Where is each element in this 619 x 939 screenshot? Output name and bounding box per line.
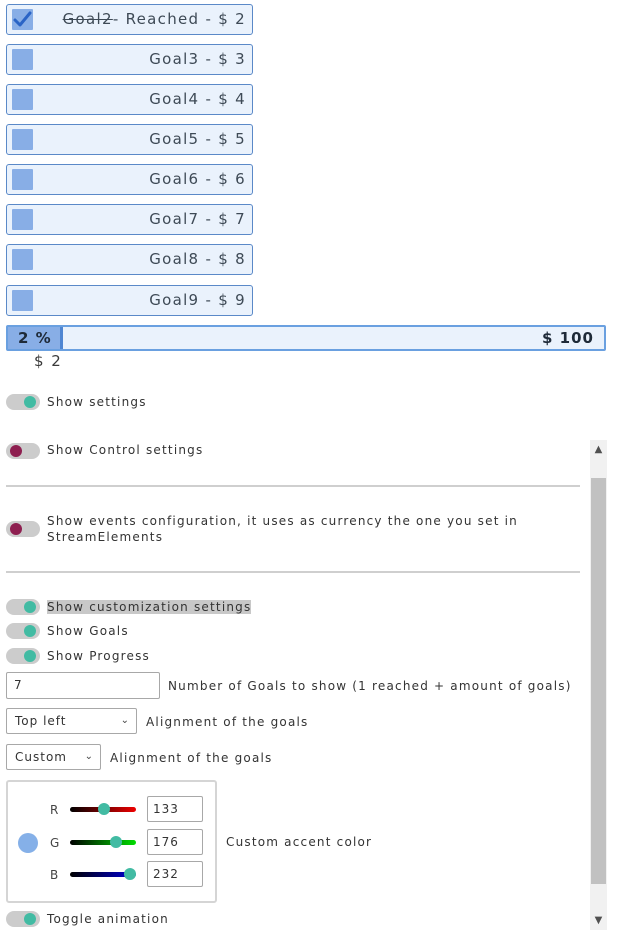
show-settings-label: Show settings	[47, 395, 147, 409]
toggle-knob	[24, 625, 36, 637]
goal-checkbox[interactable]	[12, 129, 33, 150]
goal-item-5[interactable]: Goal5 - $ 5	[6, 124, 253, 155]
goal-item-2[interactable]: Goal2- Reached - $ 2	[6, 4, 253, 35]
goal-label: Goal2- Reached - $ 2	[62, 10, 246, 28]
alignment-select[interactable]: Top left ⌄	[6, 708, 137, 734]
accent-mode-value: Custom	[15, 750, 67, 764]
checkmark-icon	[13, 11, 32, 27]
slider-thumb[interactable]	[109, 836, 122, 848]
toggle-knob	[24, 601, 36, 613]
goal-checkbox[interactable]	[12, 9, 33, 30]
slider-thumb[interactable]	[124, 868, 137, 880]
show-customization-toggle[interactable]	[6, 599, 40, 615]
toggle-knob	[10, 445, 22, 457]
goal-item-9[interactable]: Goal9 - $ 9	[6, 285, 253, 316]
goal-item-4[interactable]: Goal4 - $ 4	[6, 84, 253, 115]
alignment-label: Alignment of the goals	[146, 715, 309, 729]
divider	[6, 571, 580, 573]
goal-label: Goal7 - $ 7	[149, 210, 246, 228]
accent-mode-label: Alignment of the goals	[110, 751, 273, 765]
goal-checkbox[interactable]	[12, 49, 33, 70]
goal-item-3[interactable]: Goal3 - $ 3	[6, 44, 253, 75]
show-events-toggle[interactable]	[6, 521, 40, 537]
scroll-down-icon[interactable]: ▼	[590, 912, 607, 929]
show-events-label: Show events configuration, it uses as cu…	[47, 514, 518, 528]
goal-checkbox[interactable]	[12, 249, 33, 270]
goal-item-6[interactable]: Goal6 - $ 6	[6, 164, 253, 195]
green-slider[interactable]	[70, 836, 136, 848]
goal-label: Goal9 - $ 9	[149, 291, 246, 309]
green-channel-label: G	[50, 836, 60, 850]
scrollbar-thumb[interactable]	[591, 478, 606, 884]
divider	[6, 485, 580, 487]
show-settings-toggle[interactable]	[6, 394, 40, 410]
show-progress-label: Show Progress	[47, 649, 151, 663]
toggle-knob	[24, 650, 36, 662]
toggle-knob	[24, 913, 36, 925]
goal-label: Goal3 - $ 3	[149, 50, 246, 68]
goal-label: Goal5 - $ 5	[149, 130, 246, 148]
progress-current: $ 2	[34, 352, 63, 370]
blue-channel-label: B	[50, 868, 59, 882]
toggle-animation-label: Toggle animation	[47, 912, 169, 926]
show-events-label-line2: StreamElements	[47, 530, 164, 544]
settings-scrollbar[interactable]: ▲ ▼	[590, 440, 607, 930]
progress-bar: 2 % $ 100	[6, 325, 606, 351]
accent-color-label: Custom accent color	[226, 835, 373, 849]
goal-label: Goal6 - $ 6	[149, 170, 246, 188]
show-goals-label: Show Goals	[47, 624, 129, 638]
num-goals-input[interactable]: 7	[6, 672, 160, 699]
show-control-settings-label: Show Control settings	[47, 443, 204, 457]
goal-item-7[interactable]: Goal7 - $ 7	[6, 204, 253, 235]
toggle-knob	[24, 396, 36, 408]
red-slider[interactable]	[70, 803, 136, 815]
slider-thumb[interactable]	[98, 803, 111, 815]
red-value-input[interactable]: 133	[147, 796, 203, 822]
goal-item-8[interactable]: Goal8 - $ 8	[6, 244, 253, 275]
progress-target: $ 100	[542, 329, 594, 347]
green-value-input[interactable]: 176	[147, 829, 203, 855]
blue-value-input[interactable]: 232	[147, 861, 203, 887]
toggle-knob	[10, 523, 22, 535]
goal-checkbox[interactable]	[12, 169, 33, 190]
goal-checkbox[interactable]	[12, 89, 33, 110]
goal-checkbox[interactable]	[12, 290, 33, 311]
goal-checkbox[interactable]	[12, 209, 33, 230]
goal-label: Goal8 - $ 8	[149, 250, 246, 268]
num-goals-label: Number of Goals to show (1 reached + amo…	[168, 679, 572, 693]
accent-mode-select[interactable]: Custom ⌄	[6, 744, 101, 770]
show-progress-toggle[interactable]	[6, 648, 40, 664]
chevron-down-icon: ⌄	[84, 751, 94, 762]
progress-percent: 2 %	[18, 329, 52, 347]
show-goals-toggle[interactable]	[6, 623, 40, 639]
accent-color-picker: R 133 G 176 B 232	[6, 780, 217, 903]
blue-slider[interactable]	[70, 868, 137, 880]
goal-label: Goal4 - $ 4	[149, 90, 246, 108]
toggle-animation-toggle[interactable]	[6, 911, 40, 927]
chevron-down-icon: ⌄	[120, 715, 130, 726]
red-channel-label: R	[50, 803, 59, 817]
alignment-value: Top left	[15, 714, 67, 728]
show-customization-label: Show customization settings	[47, 600, 252, 614]
show-control-settings-toggle[interactable]	[6, 443, 40, 459]
scroll-up-icon[interactable]: ▲	[590, 441, 607, 458]
color-swatch	[18, 833, 38, 853]
